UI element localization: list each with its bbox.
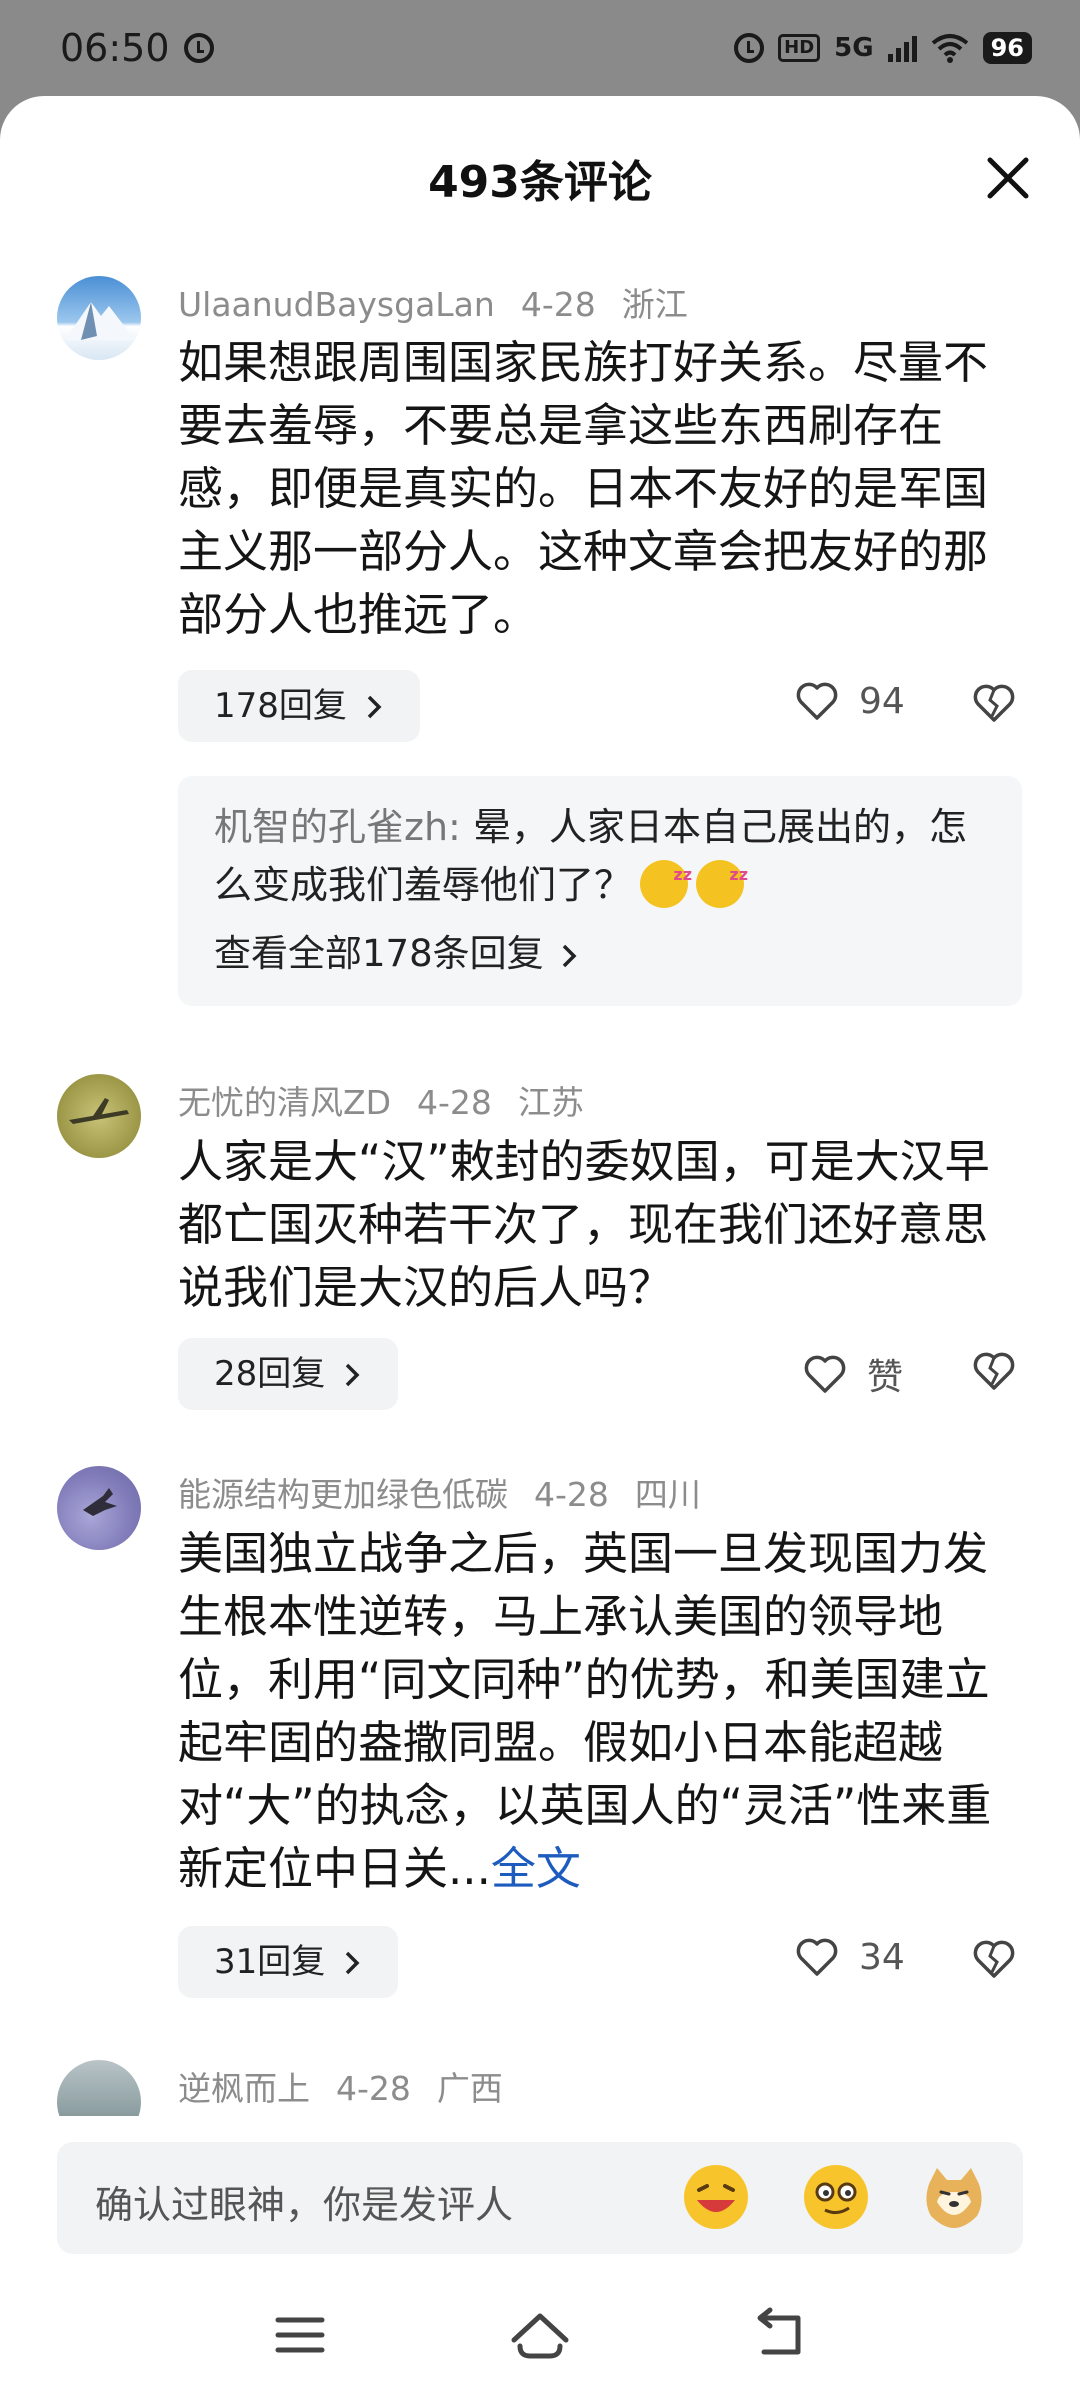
reply-preview[interactable]: 机智的孔雀zh: 晕，人家日本自己展出的，怎么变成我们羞辱他们了？ 查看全部17… <box>178 776 1022 1006</box>
comment-date: 4-28 <box>336 2069 411 2108</box>
read-more-link[interactable]: 全文 <box>491 1842 581 1895</box>
replies-count: 31回复 <box>214 1942 326 1982</box>
view-all-replies[interactable]: 查看全部178条回复 <box>214 924 986 984</box>
like-count: 94 <box>859 680 905 722</box>
status-bar: 06:50 HD 5G 96 <box>0 0 1080 96</box>
view-all-label: 查看全部178条回复 <box>214 932 544 975</box>
laughing-emoji-icon[interactable] <box>681 2162 751 2232</box>
wifi-icon <box>931 34 968 63</box>
avatar[interactable] <box>57 2060 141 2116</box>
comment-meta: 能源结构更加绿色低碳 4-28 四川 <box>178 1468 727 1516</box>
comment-author[interactable]: 能源结构更加绿色低碳 <box>178 1475 508 1514</box>
heart-icon <box>804 1355 846 1393</box>
home-icon[interactable] <box>500 2300 580 2370</box>
avatar[interactable] <box>57 276 141 360</box>
replies-button[interactable]: 31回复 <box>178 1926 399 1998</box>
avatar[interactable] <box>57 1074 141 1158</box>
smirk-emoji-icon[interactable] <box>801 2162 871 2232</box>
broken-heart-icon[interactable] <box>972 1938 1016 1980</box>
reply-author[interactable]: 机智的孔雀zh: <box>214 805 461 849</box>
comment-date: 4-28 <box>520 285 596 324</box>
chevron-right-icon <box>367 695 382 719</box>
like-button[interactable]: 赞 <box>803 1348 903 1400</box>
comment-author[interactable]: 无忧的清风ZD <box>178 1083 391 1122</box>
sheet-title: 493条评论 <box>428 157 652 208</box>
comment-date: 4-28 <box>417 1083 492 1122</box>
close-icon[interactable] <box>978 148 1038 208</box>
comment-meta: 逆枫而上 4-28 广西 <box>178 2062 529 2110</box>
comment-input[interactable]: 确认过眼神，你是发评人 <box>57 2142 1023 2254</box>
battery-level: 96 <box>982 32 1032 64</box>
reply-text-block: 机智的孔雀zh: 晕，人家日本自己展出的，怎么变成我们羞辱他们了？ <box>214 798 986 914</box>
comment-text-content: 美国独立战争之后，英国一旦发现国力发生根本性逆转，马上承认美国的领导地位，利用“… <box>178 1527 992 1895</box>
avatar[interactable] <box>57 1466 141 1550</box>
comment-meta: UlaanudBaysgaLan 4-28 浙江 <box>178 278 714 326</box>
like-button[interactable]: 94 <box>795 680 905 722</box>
comment-location: 浙江 <box>621 285 688 324</box>
comment-item: 逆枫而上 4-28 广西 <box>0 2056 1080 2116</box>
chevron-right-icon <box>345 1951 360 1975</box>
sleepy-emoji-icon <box>696 846 748 908</box>
replies-count: 28回复 <box>214 1354 326 1394</box>
alarm-icon <box>734 33 765 63</box>
replies-count: 178回复 <box>214 686 347 726</box>
comment-author[interactable]: 逆枫而上 <box>178 2069 310 2108</box>
broken-heart-icon[interactable] <box>972 1350 1016 1392</box>
doge-emoji-icon[interactable] <box>919 2162 989 2232</box>
chevron-right-icon <box>345 1363 360 1387</box>
heart-icon <box>796 1938 838 1976</box>
replies-button[interactable]: 178回复 <box>178 670 420 742</box>
comment-text[interactable]: 如果想跟周围国家民族打好关系。尽量不要去羞辱，不要总是拿这些东西刷存在感，即便是… <box>178 331 1008 646</box>
status-right: HD 5G 96 <box>734 32 1032 64</box>
comment-meta: 无忧的清风ZD 4-28 江苏 <box>178 1076 610 1124</box>
sleepy-emoji-icon <box>640 846 692 908</box>
menu-icon[interactable] <box>260 2300 340 2370</box>
alarm-icon <box>183 33 214 63</box>
comment-location: 四川 <box>634 1475 701 1514</box>
back-icon[interactable] <box>740 2300 820 2370</box>
signal-icon <box>887 34 917 62</box>
comment-location: 广西 <box>436 2069 503 2108</box>
like-count: 34 <box>859 1936 905 1978</box>
hd-badge: HD <box>778 34 821 62</box>
comments-sheet: 493条评论 UlaanudBaysgaLan 4-28 浙江 如果想跟周围国家民族… <box>0 96 1080 2404</box>
comment-location: 江苏 <box>517 1083 584 1122</box>
comment-text[interactable]: 美国独立战争之后，英国一旦发现国力发生根本性逆转，马上承认美国的领导地位，利用“… <box>178 1522 1008 1900</box>
replies-button[interactable]: 28回复 <box>178 1338 399 1410</box>
comment-date: 4-28 <box>534 1475 609 1514</box>
comment-input-placeholder: 确认过眼神，你是发评人 <box>95 2183 514 2227</box>
network-type: 5G <box>834 33 874 63</box>
comment-text[interactable]: 人家是大“汉”敕封的委奴国，可是大汉早都亡国灭种若干次了，现在我们还好意思说我们… <box>178 1130 1008 1319</box>
system-nav-bar <box>0 2270 1080 2404</box>
like-button[interactable]: 34 <box>795 1936 905 1978</box>
like-label: 赞 <box>867 1357 904 1398</box>
status-time: 06:50 <box>60 26 170 70</box>
chevron-right-icon <box>563 944 577 968</box>
comment-author[interactable]: UlaanudBaysgaLan <box>178 285 495 324</box>
status-left: 06:50 <box>60 26 214 70</box>
heart-icon <box>796 682 838 720</box>
broken-heart-icon[interactable] <box>972 682 1016 724</box>
